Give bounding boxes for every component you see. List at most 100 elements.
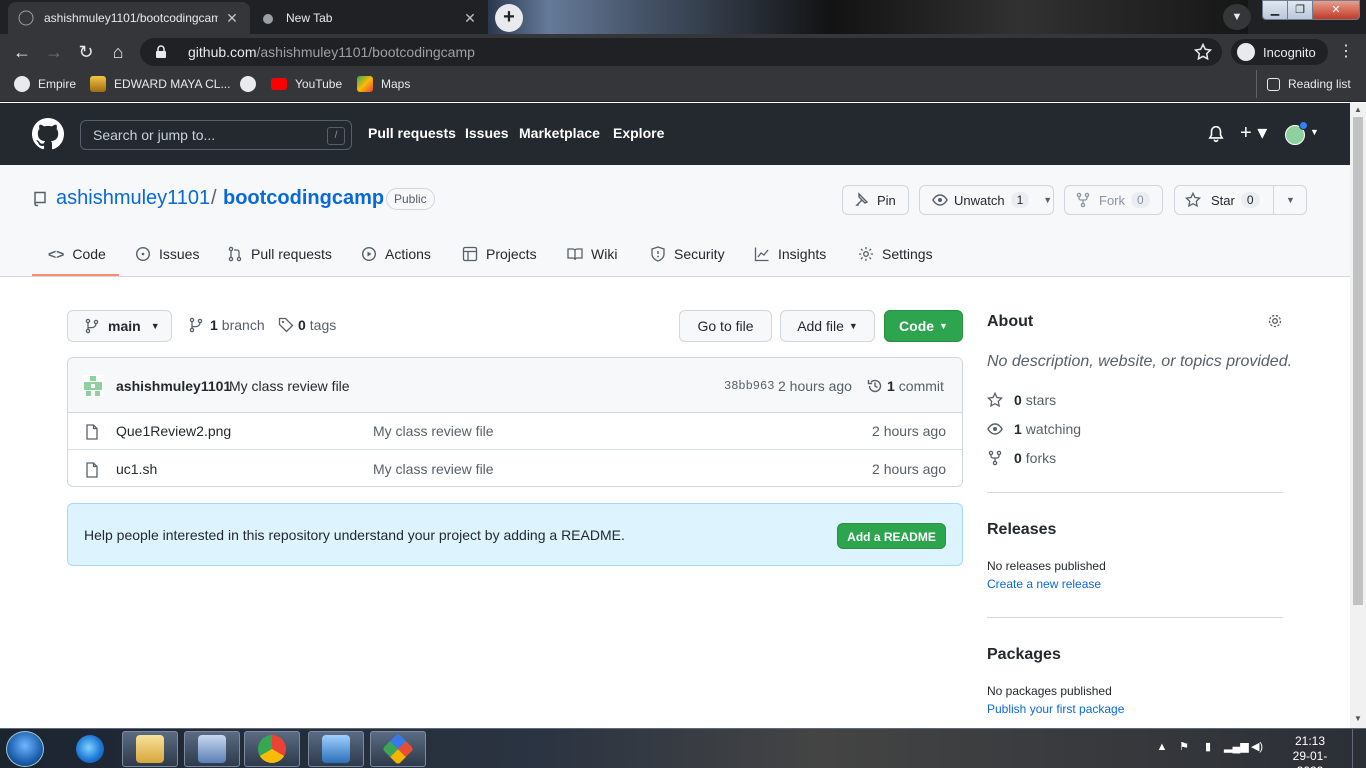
gear-icon[interactable] bbox=[1267, 313, 1283, 329]
show-hidden-icons[interactable]: ▲ bbox=[1154, 739, 1170, 755]
repo-name-link[interactable]: bootcodingcamp bbox=[223, 187, 384, 210]
system-clock[interactable]: 21:13 29-01-2022 bbox=[1280, 734, 1340, 768]
code-button[interactable]: Code ▼ bbox=[884, 310, 963, 342]
tab-label: Actions bbox=[385, 246, 431, 262]
author-avatar[interactable] bbox=[82, 375, 104, 397]
tab-actions[interactable]: Actions bbox=[361, 233, 431, 275]
start-button[interactable] bbox=[6, 731, 44, 767]
network-icon[interactable]: ▂▄▆ bbox=[1224, 739, 1249, 755]
volume-icon[interactable]: ◀) bbox=[1249, 739, 1265, 755]
forks-link[interactable]: 0 forks bbox=[987, 450, 1056, 466]
bookmark-empire[interactable]: Empire bbox=[14, 70, 76, 98]
commit-history-link[interactable]: 1 commit bbox=[867, 378, 944, 394]
commit-message-link[interactable]: My class review file bbox=[229, 378, 350, 394]
repo-owner-link[interactable]: ashishmuley1101 bbox=[56, 187, 210, 210]
tab-settings[interactable]: Settings bbox=[858, 233, 933, 275]
file-commit-message-link[interactable]: My class review file bbox=[373, 423, 494, 439]
add-readme-button[interactable]: Add a README bbox=[837, 523, 946, 549]
reading-list-icon bbox=[1267, 77, 1280, 91]
tab-search-button[interactable]: ▼ bbox=[1223, 4, 1251, 30]
nav-issues[interactable]: Issues bbox=[465, 125, 509, 141]
stars-link[interactable]: 0 stars bbox=[987, 392, 1056, 408]
page-scrollbar[interactable]: ▲ ▼ bbox=[1350, 103, 1366, 728]
tab-insights[interactable]: Insights bbox=[754, 233, 826, 275]
bookmark-untitled[interactable] bbox=[240, 70, 256, 98]
tab-pull-requests[interactable]: Pull requests bbox=[227, 233, 332, 275]
browser-tab-newtab[interactable]: New Tab ✕ bbox=[250, 2, 488, 34]
new-tab-button[interactable]: + bbox=[495, 4, 523, 32]
back-arrow-icon[interactable]: ← bbox=[10, 40, 34, 64]
file-name-link[interactable]: uc1.sh bbox=[116, 461, 157, 477]
packages-heading[interactable]: Packages bbox=[987, 646, 1061, 664]
commit-sha-link[interactable]: 38bb963 bbox=[724, 379, 774, 393]
browser-tab-github[interactable]: ashishmuley1101/bootcodingcamp ✕ bbox=[8, 2, 250, 34]
home-icon[interactable]: ⌂ bbox=[106, 40, 130, 64]
watch-count: 1 bbox=[1010, 192, 1030, 208]
power-icon[interactable]: ▮ bbox=[1200, 739, 1216, 755]
git-icon[interactable] bbox=[370, 731, 426, 767]
maximize-button[interactable]: ❐ bbox=[1287, 0, 1313, 20]
close-tab-icon[interactable]: ✕ bbox=[224, 10, 240, 26]
browser-menu-icon[interactable]: ⋮ bbox=[1338, 40, 1354, 64]
reading-list-button[interactable]: Reading list bbox=[1256, 70, 1351, 98]
address-bar[interactable]: github.com/ashishmuley1101/bootcodingcam… bbox=[140, 38, 1222, 66]
action-center-icon[interactable]: ⚑ bbox=[1176, 739, 1192, 755]
repo-icon bbox=[34, 191, 46, 207]
go-to-file-button[interactable]: Go to file bbox=[679, 310, 772, 342]
bell-icon[interactable] bbox=[1207, 125, 1225, 143]
publish-package-link[interactable]: Publish your first package bbox=[987, 702, 1124, 716]
tab-issues[interactable]: Issues bbox=[135, 233, 199, 275]
tags-link[interactable]: 0 tags bbox=[278, 317, 336, 333]
minimize-button[interactable]: ▁ bbox=[1262, 0, 1288, 20]
file-explorer-icon[interactable] bbox=[122, 731, 178, 767]
file-commit-message-link[interactable]: My class review file bbox=[373, 461, 494, 477]
unwatch-button[interactable]: Unwatch 1 ▼ bbox=[919, 185, 1054, 215]
commit-author-link[interactable]: ashishmuley1101 bbox=[116, 378, 231, 394]
chrome-icon[interactable] bbox=[244, 731, 300, 767]
branch-select-button[interactable]: main ▼ bbox=[67, 310, 172, 342]
tab-security[interactable]: Security bbox=[650, 233, 725, 275]
star-button[interactable]: Star 0 ▼ bbox=[1174, 185, 1307, 215]
star-list-caret-icon[interactable]: ▼ bbox=[1273, 186, 1307, 214]
tab-wiki[interactable]: Wiki bbox=[567, 233, 617, 275]
internet-explorer-icon[interactable] bbox=[62, 731, 118, 767]
nav-explore[interactable]: Explore bbox=[613, 125, 664, 141]
create-release-link[interactable]: Create a new release bbox=[987, 577, 1101, 591]
tab-label: Wiki bbox=[591, 246, 618, 262]
close-tab-icon[interactable]: ✕ bbox=[462, 10, 478, 26]
scrollbar-thumb[interactable] bbox=[1353, 117, 1363, 605]
nav-pull-requests[interactable]: Pull requests bbox=[368, 125, 456, 141]
keyboard-app-icon[interactable] bbox=[184, 731, 240, 767]
releases-heading[interactable]: Releases bbox=[987, 521, 1056, 539]
forward-arrow-icon[interactable]: → bbox=[42, 40, 66, 64]
nav-marketplace[interactable]: Marketplace bbox=[519, 125, 600, 141]
bookmark-youtube[interactable]: YouTube bbox=[271, 70, 342, 98]
fork-button[interactable]: Fork 0 bbox=[1064, 185, 1163, 215]
reload-icon[interactable]: ↻ bbox=[74, 40, 98, 64]
tab-projects[interactable]: Projects bbox=[462, 233, 537, 275]
add-file-button[interactable]: Add file ▼ bbox=[780, 310, 875, 342]
scroll-up-icon[interactable]: ▲ bbox=[1354, 105, 1362, 114]
scroll-down-icon[interactable]: ▼ bbox=[1354, 714, 1362, 723]
folder-icon bbox=[136, 735, 164, 763]
show-desktop-button[interactable] bbox=[1352, 729, 1366, 768]
bookmark-maps[interactable]: Maps bbox=[357, 70, 410, 98]
incognito-profile-button[interactable]: Incognito bbox=[1231, 39, 1328, 65]
github-search-input[interactable]: Search or jump to... / bbox=[80, 120, 352, 150]
eye-icon bbox=[932, 194, 948, 206]
bookmark-star-icon[interactable] bbox=[1194, 43, 1212, 61]
history-icon bbox=[867, 379, 882, 393]
reading-list-label: Reading list bbox=[1288, 77, 1351, 91]
pin-button[interactable]: Pin bbox=[842, 185, 909, 215]
bookmark-edward-maya[interactable]: EDWARD MAYA CL... bbox=[90, 70, 230, 98]
avatar-caret-icon[interactable]: ▼ bbox=[1310, 127, 1319, 137]
tab-code[interactable]: <> Code bbox=[48, 233, 106, 275]
github-logo-icon[interactable] bbox=[32, 118, 64, 150]
remote-desktop-icon[interactable] bbox=[308, 731, 364, 767]
file-name-link[interactable]: Que1Review2.png bbox=[116, 423, 231, 439]
watchers-link[interactable]: 1 watching bbox=[987, 421, 1081, 437]
create-new-icon[interactable]: + ▾ bbox=[1240, 123, 1267, 143]
close-window-button[interactable]: ✕ bbox=[1312, 0, 1360, 20]
watching-count: 1 bbox=[1014, 421, 1022, 437]
branches-link[interactable]: 1 branch bbox=[188, 317, 265, 333]
